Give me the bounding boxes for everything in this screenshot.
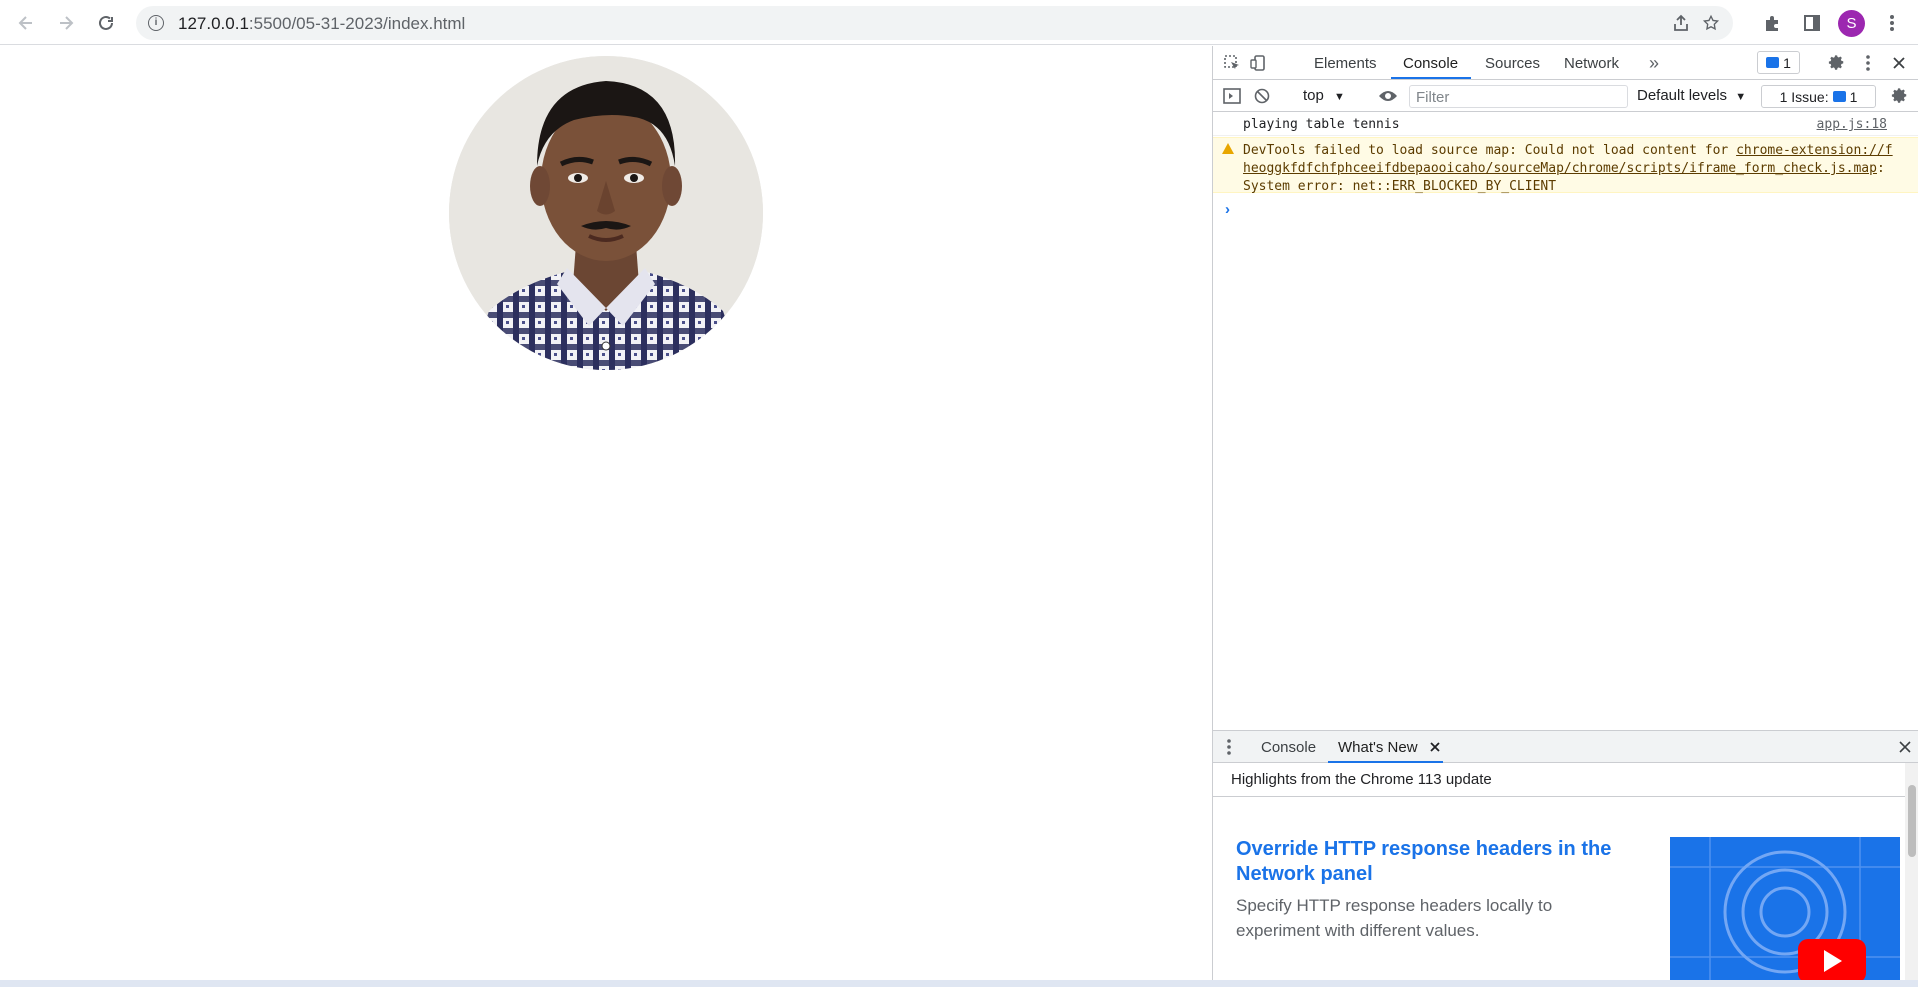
url-path: :5500/05-31-2023/index.html: [248, 14, 466, 33]
clear-console-icon[interactable]: [1251, 85, 1273, 107]
devtools-drawer: Console What's New Highlights from the C…: [1213, 730, 1918, 981]
message-icon: [1832, 91, 1846, 102]
whats-new-body: Override HTTP response headers in the Ne…: [1213, 797, 1918, 981]
drawer-menu-icon[interactable]: [1221, 736, 1237, 758]
console-filter-input[interactable]: Filter: [1409, 85, 1628, 108]
console-settings-gear-icon[interactable]: [1889, 85, 1911, 107]
profile-avatar[interactable]: S: [1838, 10, 1865, 37]
dropdown-arrow-icon: ▼: [1334, 91, 1345, 103]
reload-icon: [99, 15, 113, 30]
close-tab-icon[interactable]: [1427, 737, 1443, 757]
sidebar-toggle-icon[interactable]: [1221, 85, 1243, 107]
chrome-update-thumbnail-image: [1670, 837, 1900, 981]
tab-sources[interactable]: Sources: [1485, 55, 1540, 72]
share-icon[interactable]: [1669, 11, 1693, 35]
url-text[interactable]: 127.0.0.1:5500/05-31-2023/index.html: [178, 14, 465, 34]
page-viewport: [0, 46, 1212, 980]
chrome-menu-icon[interactable]: [1878, 9, 1906, 37]
address-bar[interactable]: i 127.0.0.1:5500/05-31-2023/index.html: [136, 6, 1733, 40]
tab-console[interactable]: Console: [1403, 55, 1458, 72]
issues-label: 1 Issue:: [1779, 88, 1829, 105]
levels-label: Default levels: [1637, 87, 1728, 104]
context-selector[interactable]: top ▼: [1303, 87, 1345, 104]
url-host: 127.0.0.1: [178, 14, 249, 33]
warning-prefix: DevTools failed to load source map: Coul…: [1243, 143, 1737, 158]
video-thumbnail[interactable]: [1670, 837, 1900, 981]
filter-placeholder: Filter: [1416, 89, 1450, 106]
issues-badge-count: 1: [1849, 88, 1858, 105]
message-icon: [1766, 57, 1780, 68]
back-arrow-icon: [18, 16, 32, 30]
console-toolbar: top ▼ Filter Default levels ▼ 1 Issue: 1: [1213, 80, 1918, 112]
active-tab-indicator: [1391, 77, 1471, 79]
customize-menu-icon[interactable]: [1858, 52, 1878, 74]
log-levels-dropdown[interactable]: Default levels ▼: [1637, 87, 1746, 104]
feature-description: Specify HTTP response headers locally to…: [1236, 896, 1553, 940]
issues-counter-badge[interactable]: 1: [1757, 51, 1800, 74]
device-toolbar-icon[interactable]: [1247, 52, 1269, 74]
warning-message: DevTools failed to load source map: Coul…: [1243, 142, 1899, 196]
close-drawer-icon[interactable]: [1897, 737, 1913, 757]
whats-new-header: Highlights from the Chrome 113 update: [1213, 763, 1918, 797]
extensions-puzzle-icon[interactable]: [1758, 9, 1786, 37]
bookmark-star-icon[interactable]: [1699, 11, 1723, 35]
warning-triangle-icon: [1222, 143, 1234, 154]
devtools-tabbar: Elements Console Sources Network » 1: [1213, 46, 1918, 80]
taskbar-edge: [0, 980, 1918, 987]
console-warning-entry: DevTools failed to load source map: Coul…: [1213, 137, 1918, 196]
tab-network[interactable]: Network: [1564, 55, 1619, 72]
person-portrait-image: [449, 56, 763, 370]
reload-button[interactable]: [90, 7, 122, 39]
issues-button[interactable]: 1 Issue: 1: [1761, 85, 1876, 108]
console-log-entry: playing table tennis app.js:18: [1213, 112, 1918, 136]
forward-button[interactable]: [50, 7, 82, 39]
profile-photo: [449, 56, 763, 370]
console-prompt-chevron-icon[interactable]: ›: [1225, 201, 1230, 218]
feature-title-link[interactable]: Override HTTP response headers in the Ne…: [1236, 837, 1636, 887]
scrollbar-thumb[interactable]: [1908, 785, 1916, 857]
settings-gear-icon[interactable]: [1826, 52, 1848, 74]
more-tabs-chevron-icon[interactable]: »: [1643, 52, 1665, 74]
dropdown-arrow-icon: ▼: [1735, 91, 1747, 103]
inspect-element-icon[interactable]: [1221, 52, 1243, 74]
side-panel-icon[interactable]: [1798, 9, 1826, 37]
back-button[interactable]: [10, 7, 42, 39]
log-source-link[interactable]: app.js:18: [1817, 117, 1887, 132]
log-message: playing table tennis: [1243, 117, 1400, 132]
close-devtools-icon[interactable]: [1888, 52, 1910, 74]
drawer-scrollbar[interactable]: [1905, 763, 1918, 981]
drawer-tab-console[interactable]: Console: [1261, 739, 1316, 756]
browser-toolbar: i 127.0.0.1:5500/05-31-2023/index.html S: [0, 0, 1918, 45]
context-label: top: [1303, 87, 1324, 104]
site-info-icon[interactable]: i: [148, 15, 164, 31]
tab-elements[interactable]: Elements: [1314, 55, 1377, 72]
drawer-tab-whats-new[interactable]: What's New: [1338, 739, 1418, 756]
issues-count: 1: [1783, 54, 1791, 71]
devtools-panel: Elements Console Sources Network » 1 top…: [1212, 46, 1918, 981]
drawer-tabbar: Console What's New: [1213, 731, 1918, 763]
whats-new-header-text: Highlights from the Chrome 113 update: [1231, 771, 1492, 788]
forward-arrow-icon: [60, 16, 74, 30]
live-expression-eye-icon[interactable]: [1376, 85, 1400, 107]
